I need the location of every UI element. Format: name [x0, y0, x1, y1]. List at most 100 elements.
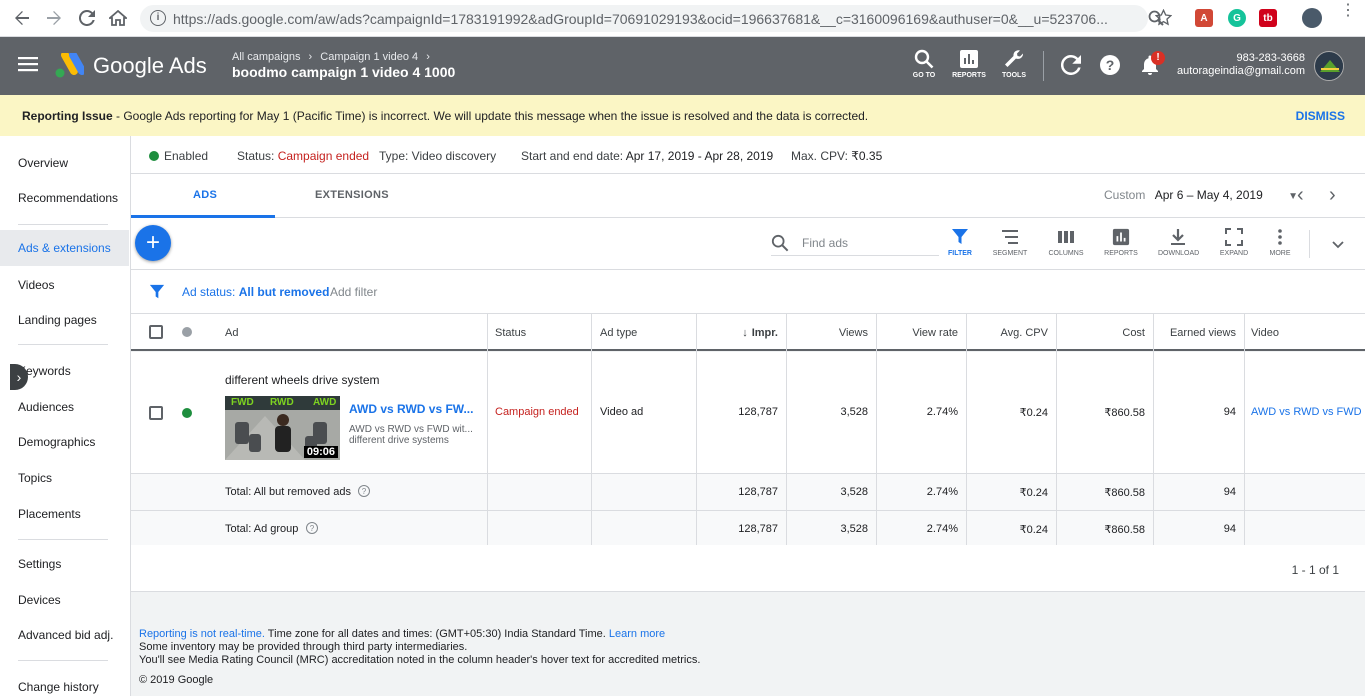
more-button[interactable]: MORE — [1260, 228, 1300, 257]
total-view-rate: 2.74% — [926, 486, 958, 498]
chevron-right-icon: › — [426, 51, 430, 63]
profile-avatar-icon[interactable] — [1302, 8, 1322, 28]
app-logo-text[interactable]: Google Ads — [93, 53, 207, 79]
sidebar-item-audiences[interactable]: Audiences — [18, 400, 74, 414]
help-circle-icon[interactable]: ? — [306, 522, 318, 534]
sidebar-item-demographics[interactable]: Demographics — [18, 435, 95, 449]
next-period-icon[interactable]: › — [1329, 184, 1336, 207]
search-input[interactable]: Find ads — [771, 232, 939, 256]
search-icon — [771, 234, 789, 257]
column-header-cost[interactable]: Cost — [1122, 327, 1145, 339]
dismiss-button[interactable]: DISMISS — [1296, 109, 1345, 123]
sidebar-item-landing-pages[interactable]: Landing pages — [18, 313, 97, 327]
sidebar-item-devices[interactable]: Devices — [18, 593, 61, 607]
sidebar-item-videos[interactable]: Videos — [18, 278, 54, 292]
account-info[interactable]: 983-283-3668 autorageindia@gmail.com — [1177, 52, 1305, 78]
tubebuddy-extension-icon[interactable]: tb — [1259, 9, 1277, 27]
cpv-value: ₹0.35 — [851, 149, 883, 163]
tab-ads[interactable]: ADS — [193, 189, 217, 201]
column-header-impr[interactable]: ↓ Impr. — [742, 327, 778, 339]
sidebar-item-placements[interactable]: Placements — [18, 507, 81, 521]
column-header-status[interactable]: Status — [495, 327, 526, 339]
segment-button[interactable]: SEGMENT — [990, 228, 1030, 257]
menu-icon[interactable] — [18, 56, 38, 77]
reports-tool-label: REPORTS — [1104, 250, 1138, 257]
expand-button[interactable]: EXPAND — [1214, 228, 1254, 257]
row-checkbox[interactable] — [149, 406, 163, 420]
filter-label: FILTER — [948, 250, 972, 257]
status-value: Campaign ended — [277, 149, 370, 163]
tools-button[interactable]: TOOLS — [1000, 49, 1028, 79]
video-thumbnail[interactable]: FWD RWD AWD 09:06 — [225, 396, 340, 460]
sidebar-item-advanced-bid-adj[interactable]: Advanced bid adj. — [18, 628, 113, 642]
dates-label: Start and end date: — [521, 149, 624, 163]
help-icon[interactable]: ? — [1100, 55, 1120, 75]
tab-extensions[interactable]: EXTENSIONS — [315, 189, 389, 201]
column-header-video[interactable]: Video — [1251, 327, 1279, 339]
sidebar-divider — [18, 660, 108, 661]
tools-label: TOOLS — [1002, 72, 1026, 79]
address-bar[interactable]: i https://ads.google.com/aw/ads?campaign… — [140, 5, 1164, 32]
realtime-link[interactable]: Reporting is not real-time. — [139, 628, 265, 640]
back-icon[interactable] — [11, 7, 33, 29]
ad-type-value: Video ad — [600, 406, 644, 418]
add-filter-link[interactable]: Add filter — [330, 285, 377, 299]
cpv-label: Max. CPV: — [791, 149, 848, 163]
columns-button[interactable]: COLUMNS — [1046, 228, 1086, 257]
bookmark-star-icon[interactable] — [1154, 8, 1173, 31]
status-dot-header-icon — [182, 327, 192, 337]
add-ad-button[interactable]: + — [135, 225, 171, 261]
ad-headline-link[interactable]: AWD vs RWD vs FW... — [349, 402, 473, 416]
select-all-checkbox[interactable] — [149, 325, 163, 339]
help-circle-icon[interactable]: ? — [358, 485, 370, 497]
sidebar-item-recommendations[interactable]: Recommendations — [18, 191, 118, 205]
refresh-icon[interactable] — [1060, 54, 1081, 80]
breadcrumb-all-campaigns[interactable]: All campaigns — [232, 51, 300, 63]
total-impr: 128,787 — [738, 523, 778, 535]
home-icon[interactable] — [107, 7, 129, 29]
main-content: Enabled Status: Campaign ended Type: Vid… — [130, 136, 1365, 696]
column-header-avg-cpv[interactable]: Avg. CPV — [1001, 327, 1049, 339]
column-divider — [876, 314, 877, 548]
breadcrumb-campaign[interactable]: Campaign 1 video 4 — [320, 51, 418, 63]
banner-message: - Google Ads reporting for May 1 (Pacifi… — [112, 108, 869, 123]
column-header-earned-views[interactable]: Earned views — [1170, 327, 1236, 339]
dates-value: Apr 17, 2019 - Apr 28, 2019 — [625, 149, 774, 163]
column-header-views[interactable]: Views — [839, 327, 868, 339]
grammarly-extension-icon[interactable]: G — [1228, 9, 1246, 27]
sidebar-item-ads-extensions[interactable]: Ads & extensions — [0, 230, 129, 266]
cost-value: ₹860.58 — [1104, 407, 1145, 419]
reload-icon[interactable] — [76, 7, 98, 29]
enabled-dot-icon — [182, 408, 192, 418]
google-ads-logo-icon[interactable] — [54, 51, 86, 84]
sidebar-item-topics[interactable]: Topics — [18, 471, 52, 485]
browser-menu-icon[interactable]: ⋮ — [1340, 3, 1356, 19]
goto-button[interactable]: GO TO — [910, 49, 938, 79]
table-row[interactable]: different wheels drive system FWD RWD AW… — [131, 352, 1365, 474]
column-header-ad[interactable]: Ad — [225, 327, 238, 339]
reports-tool-button[interactable]: REPORTS — [1101, 228, 1141, 257]
column-divider — [966, 314, 967, 548]
sidebar-item-overview[interactable]: Overview — [18, 156, 68, 170]
banner-title: Reporting Issue — [22, 108, 113, 123]
expand-label: EXPAND — [1219, 250, 1249, 257]
forward-icon[interactable] — [43, 7, 65, 29]
info-icon[interactable]: i — [150, 10, 166, 26]
learn-more-link[interactable]: Learn more — [609, 628, 665, 640]
sidebar-item-change-history[interactable]: Change history — [18, 680, 99, 694]
avatar[interactable] — [1314, 51, 1344, 81]
enabled-status[interactable]: Enabled — [149, 149, 208, 163]
active-filter-chip[interactable]: Ad status: All but removed — [182, 285, 329, 299]
ad-status-value: Campaign ended — [495, 406, 579, 418]
download-button[interactable]: DOWNLOAD — [1158, 228, 1199, 257]
column-header-ad-type[interactable]: Ad type — [600, 327, 637, 339]
chevron-down-icon[interactable] — [1332, 236, 1344, 254]
video-link[interactable]: AWD vs RWD vs FWD E — [1251, 406, 1363, 418]
date-range-picker[interactable]: Custom Apr 6 – May 4, 2019 ▼ — [1104, 188, 1298, 202]
sidebar-item-settings[interactable]: Settings — [18, 557, 61, 571]
reports-button[interactable]: REPORTS — [951, 49, 987, 79]
previous-period-icon[interactable]: ‹ — [1297, 184, 1304, 207]
column-header-view-rate[interactable]: View rate — [912, 327, 958, 339]
pdf-extension-icon[interactable]: A — [1195, 9, 1213, 27]
filter-button[interactable]: FILTER — [940, 228, 980, 257]
